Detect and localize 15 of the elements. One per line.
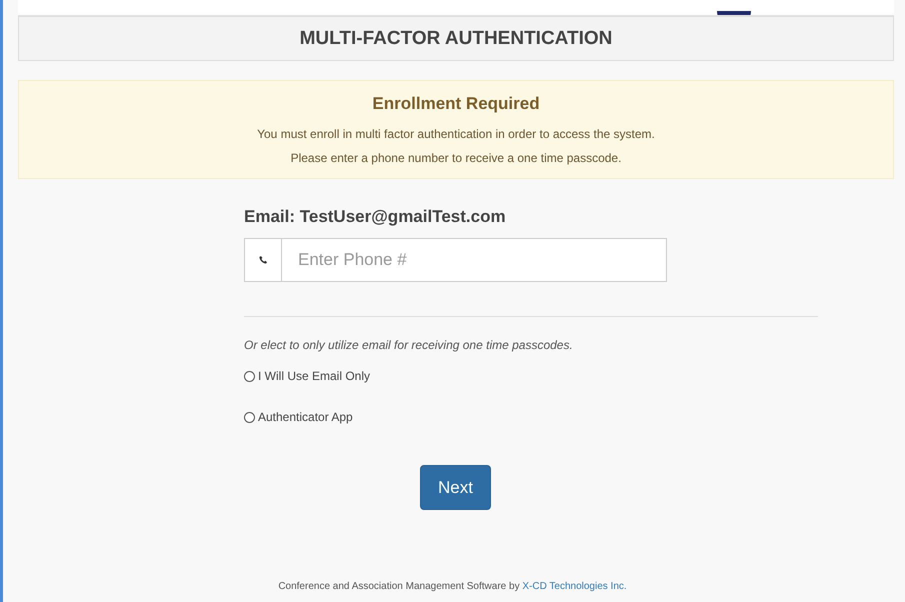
- option-label[interactable]: Authenticator App: [258, 410, 353, 424]
- alert-text: Please enter a phone number to receive a one time passcode.: [290, 150, 622, 167]
- next-button[interactable]: Next: [420, 465, 491, 510]
- alert-title: Enrollment Required: [371, 94, 541, 114]
- phone-icon: [258, 254, 268, 266]
- email-label: Email: TestUser@gmailTest.com: [244, 207, 507, 227]
- footer-text: Conference and Association Management Software by: [278, 581, 520, 592]
- option-label[interactable]: I Will Use Email Only: [258, 369, 370, 383]
- page-title: MULTI-FACTOR AUTHENTICATION: [300, 28, 612, 50]
- company-link[interactable]: X-CD Technologies Inc.: [522, 581, 627, 592]
- radio-button[interactable]: [244, 412, 255, 422]
- radio-button[interactable]: [244, 370, 255, 382]
- note-text: Or elect to only utilize email for receiving one time passcodes.: [244, 338, 574, 352]
- alert-text: You must enroll in multi factor authentication in order to access the system.: [256, 126, 656, 143]
- phone-field[interactable]: Enter Phone #: [282, 238, 667, 282]
